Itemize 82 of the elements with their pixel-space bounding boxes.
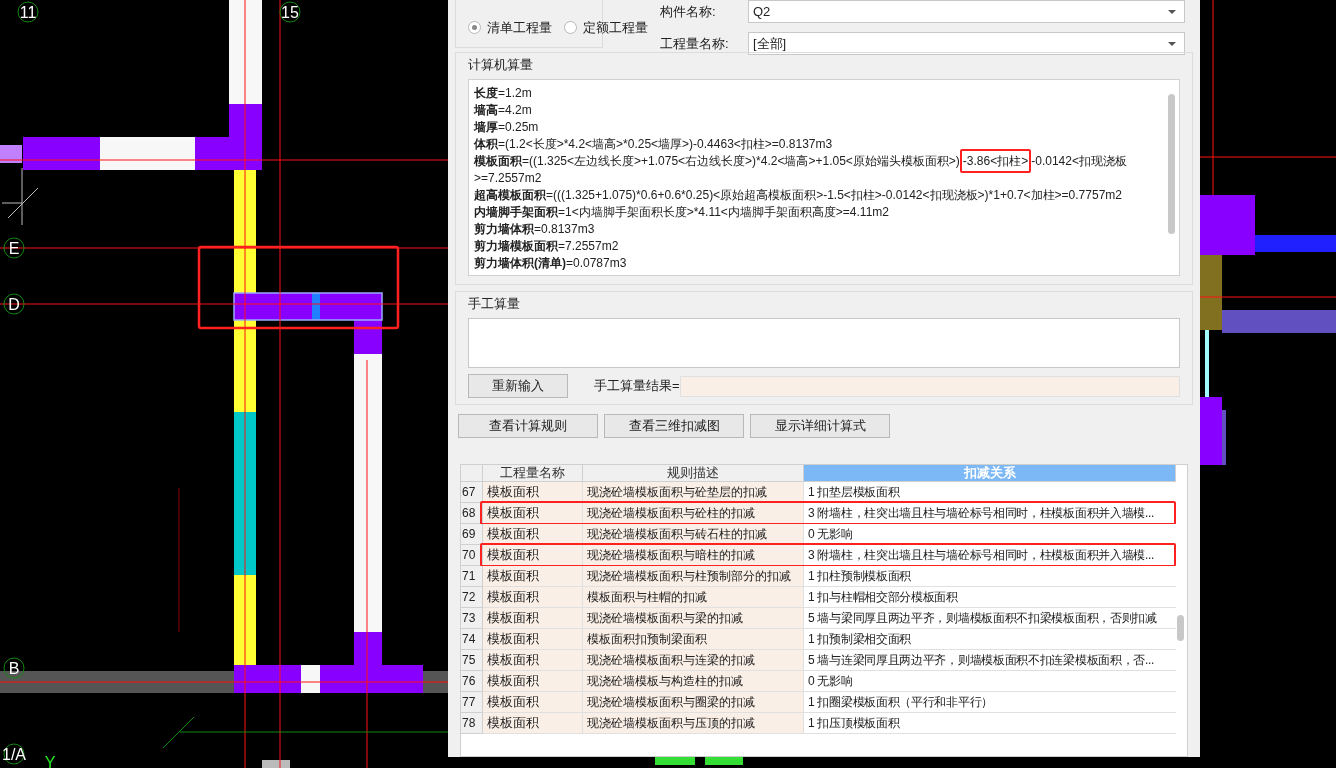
table-cell: 现浇砼墙模板面积与砼垫层的扣减 [583,482,804,503]
radio-button[interactable] [564,20,577,34]
table-cell: 模板面积扣预制梁面积 [583,629,804,650]
table-cell: 现浇砼墙模板面积与砖石柱的扣减 [583,524,804,545]
scrollbar-thumb[interactable] [1177,615,1184,641]
caret-icon [1168,41,1176,46]
column-header[interactable]: 规则描述 [583,465,804,482]
table-cell: 现浇砼墙模板面积与梁的扣减 [583,608,804,629]
formula-line: 剪力墙模板面积=7.2557m2 [474,238,619,255]
axis-label: B [3,657,25,679]
table-cell: 模板面积与柱帽的扣减 [583,587,804,608]
table-cell: 现浇砼墙模板与构造柱的扣减 [583,671,804,692]
formula-line: 体积=(1.2<长度>*4.2<墙高>*0.25<墙厚>)-0.4463<扣柱>=0.8137m3 [474,136,833,153]
table-cell: 现浇砼墙模板面积与暗柱的扣减 [583,545,804,566]
table-cell: 模板面积 [483,671,583,692]
formula-line: 墙厚=0.25m [474,119,539,136]
field-label: 构件名称: [660,2,717,21]
scrollbar-thumb[interactable] [1168,94,1175,234]
formula-line: 长度=1.2m [474,85,532,102]
table-cell: 1 扣柱预制模板面积 [804,566,1176,587]
table-cell: 现浇砼墙模板面积与柱预制部分的扣减 [583,566,804,587]
table-cell: 模板面积 [483,482,583,503]
table-cell: 模板面积 [483,587,583,608]
row-number: 71 [461,566,483,587]
axis-label: Y [44,754,56,768]
axis-label: 1/A [2,743,26,765]
table-cell: 5 墙与连梁同厚且两边平齐，则墙模板面积不扣连梁模板面积，否... [804,650,1176,671]
action-button[interactable]: 显示详细计算式 [750,414,890,438]
dropdown-field[interactable]: [全部] [748,32,1185,55]
field-label: 手工算量结果= [594,377,680,396]
table-cell: 1 扣与柱帽相交部分模板面积 [804,587,1176,608]
formula-line: 墙高=4.2m [474,102,532,119]
axis-label: D [3,293,25,315]
table-cell: 现浇砼墙模板面积与压顶的扣减 [583,713,804,734]
row-number: 75 [461,650,483,671]
radio-label[interactable]: 定额工程量 [583,17,648,37]
table-cell: 模板面积 [483,524,583,545]
table-cell: 现浇砼墙模板面积与连梁的扣减 [583,650,804,671]
table-cell: 现浇砼墙模板面积与砼柱的扣减 [583,503,804,524]
row-number: 74 [461,629,483,650]
table-cell: 1 扣圈梁模板面积（平行和非平行） [804,692,1176,713]
field-label: 工程量名称: [660,34,730,53]
dropdown-field[interactable]: Q2 [748,0,1185,23]
row-number: 77 [461,692,483,713]
row-number: 70 [461,545,483,566]
table-cell: 模板面积 [483,650,583,671]
formula-line: 超高模板面积=(((1.325+1.075)*0.6+0.6*0.25)<原始超高模板面积>-1.5<扣柱>-0.0142<扣现浇板>)*1+0.7<加柱>=0.7757m2 [474,187,1122,204]
radio-label[interactable]: 清单工程量 [487,17,552,37]
column-header[interactable]: 工程量名称 [483,465,583,482]
formula-line: 内墙脚手架面积=1<内墙脚手架面积长度>*4.11<内墙脚手架面积高度>=4.11m2 [474,204,889,221]
table-cell: 模板面积 [483,629,583,650]
action-button[interactable]: 查看计算规则 [458,414,598,438]
table-cell: 模板面积 [483,692,583,713]
row-number: 72 [461,587,483,608]
row-number: 68 [461,503,483,524]
axis-label: 11 [17,1,39,23]
table-cell: 模板面积 [483,566,583,587]
input-field[interactable] [468,318,1180,368]
formula-line: 剪力墙体积(清单)=0.0787m3 [474,255,627,272]
table-cell: 模板面积 [483,545,583,566]
table-cell: 模板面积 [483,503,583,524]
action-button[interactable]: 查看三维扣减图 [604,414,744,438]
table-cell: 0 无影响 [804,524,1176,545]
group-title: 手工算量 [468,295,520,313]
row-number: 78 [461,713,483,734]
result-field[interactable] [680,375,1180,397]
row-number: 69 [461,524,483,545]
table-cell: 1 扣预制梁相交面积 [804,629,1176,650]
row-number: 67 [461,482,483,503]
caret-icon [1168,9,1176,14]
table-cell: 模板面积 [483,608,583,629]
radio-button[interactable] [468,20,481,34]
table-cell: 现浇砼墙模板面积与圈梁的扣减 [583,692,804,713]
table-cell: 模板面积 [483,713,583,734]
axis-label: 15 [279,1,301,23]
row-number: 76 [461,671,483,692]
group-title: 计算机算量 [468,56,533,74]
axis-label: E [3,237,25,259]
reset-button[interactable]: 重新输入 [468,374,568,398]
table-cell: 5 墙与梁同厚且两边平齐，则墙模板面积不扣梁模板面积，否则扣减 [804,608,1176,629]
row-number: 73 [461,608,483,629]
formula-line: 剪力墙体积=0.8137m3 [474,221,595,238]
